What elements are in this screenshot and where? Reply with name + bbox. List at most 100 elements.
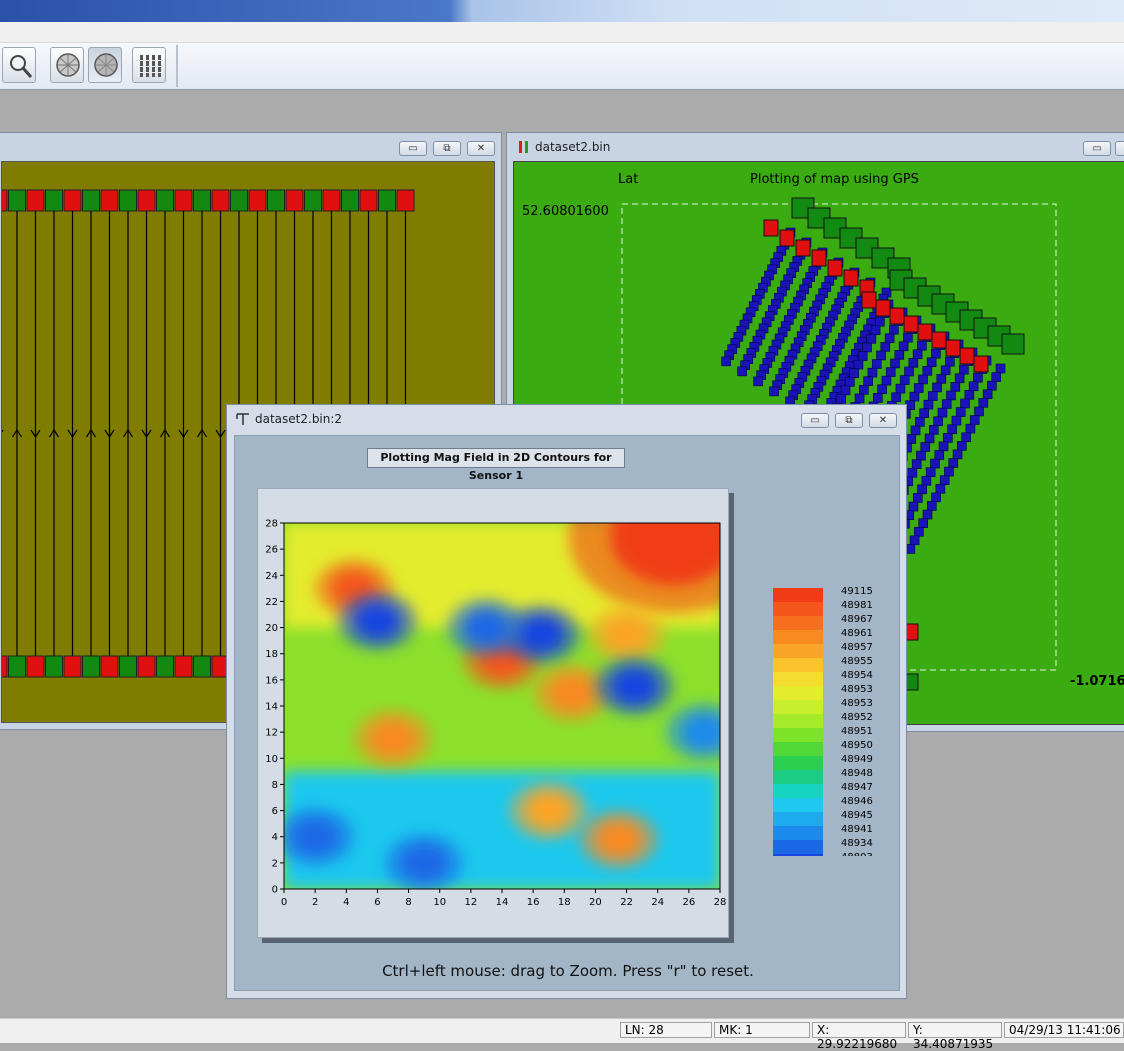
survey-lines-window-titlebar[interactable]: ▭ ⧉ ✕ xyxy=(0,133,501,161)
legend-swatch xyxy=(773,840,823,855)
minimize-button[interactable]: ▭ xyxy=(801,413,829,428)
gps-point xyxy=(871,359,882,369)
gps-point xyxy=(938,441,949,452)
line-start-marker xyxy=(26,189,45,212)
line-start-marker xyxy=(8,189,26,212)
line-start-marker xyxy=(193,189,211,212)
gps-point xyxy=(944,466,954,477)
y-tick-label: 14 xyxy=(265,702,278,713)
line-start-marker xyxy=(396,189,415,212)
minimize-button[interactable]: ▭ xyxy=(399,141,427,156)
gps-point xyxy=(853,359,864,370)
contour-plot-frame[interactable]: 0 2 4 6 8 10 12 14 16 18 20 22 24 26 28 0 2 4 6 8 10 12 14 16 18… xyxy=(257,488,729,938)
gps-turn-marker xyxy=(779,229,795,247)
legend-label: 48946 xyxy=(841,796,873,807)
line-start-marker xyxy=(174,189,193,212)
gps-point xyxy=(919,408,929,419)
legend-swatch xyxy=(773,658,823,673)
minimize-button[interactable]: ▭ xyxy=(1083,141,1111,156)
status-bar: LN: 28 MK: 1 X: 29.92219680 Y: 34.408719… xyxy=(0,1018,1124,1051)
line-start-marker xyxy=(63,189,82,212)
gps-point xyxy=(918,518,928,528)
gps-point xyxy=(922,366,933,376)
legend-swatch xyxy=(773,854,823,856)
line-start-marker xyxy=(137,189,156,212)
gps-point xyxy=(982,389,993,400)
gps-point xyxy=(877,384,887,395)
legend-swatch xyxy=(773,784,823,799)
restore-button[interactable]: ⧉ xyxy=(835,413,863,428)
sphere-fill-tool-button[interactable] xyxy=(88,47,122,83)
legend-swatch xyxy=(773,602,823,617)
x-tick-label: 18 xyxy=(558,897,571,908)
gps-point xyxy=(867,367,878,378)
line-start-marker xyxy=(230,189,248,212)
gps-point xyxy=(903,332,913,343)
gps-turn-marker xyxy=(973,355,989,373)
gps-point xyxy=(870,325,881,336)
sphere-tool-button[interactable] xyxy=(50,47,84,83)
line-start-marker xyxy=(119,189,137,212)
y-tick-label: 28 xyxy=(265,519,278,530)
magnifier-icon xyxy=(10,55,33,78)
line-end-marker xyxy=(8,655,26,678)
gps-point xyxy=(845,377,855,387)
x-tick-label: 14 xyxy=(496,897,509,908)
gps-point xyxy=(932,382,942,393)
plot-app-icon xyxy=(519,141,528,153)
gps-point xyxy=(960,398,970,409)
legend-swatch xyxy=(773,770,823,785)
gps-point xyxy=(912,349,923,360)
status-marker: MK: 1 xyxy=(714,1022,810,1038)
legend-swatch xyxy=(773,644,823,659)
legend-label: 48951 xyxy=(841,726,873,737)
line-start-marker xyxy=(341,189,359,212)
gps-point xyxy=(881,375,892,386)
line-start-marker xyxy=(322,189,341,212)
gps-point xyxy=(876,350,886,361)
contour-window-titlebar[interactable]: dataset2.bin:2 ▭ ⧉ ✕ xyxy=(227,405,906,433)
line-start-marker xyxy=(248,189,267,212)
gps-point xyxy=(909,535,920,546)
y-tick-label: 20 xyxy=(265,623,278,634)
gps-point xyxy=(894,350,905,360)
grid-tool-button[interactable] xyxy=(132,47,166,83)
gps-turn-marker xyxy=(903,315,919,333)
contour-plot-title: Plotting Mag Field in 2D Contours for Se… xyxy=(367,448,625,482)
gps-map-window-titlebar[interactable]: dataset2.bin ▭ ⧉ xyxy=(507,133,1124,161)
gps-point xyxy=(924,433,935,444)
y-tick-label: 18 xyxy=(265,649,278,660)
gps-point xyxy=(909,391,920,402)
legend-swatch xyxy=(773,728,823,743)
gps-turn-marker xyxy=(931,331,947,349)
gps-point xyxy=(905,544,916,554)
line-start-marker xyxy=(267,189,285,212)
gps-point xyxy=(918,374,928,385)
zoom-tool-button[interactable] xyxy=(2,47,36,83)
gps-point xyxy=(961,432,971,443)
sphere-fill-icon xyxy=(94,53,118,77)
gps-point xyxy=(859,385,869,395)
restore-button[interactable]: ⧉ xyxy=(433,141,461,156)
x-tick-label: 20 xyxy=(589,897,602,908)
close-button[interactable]: ✕ xyxy=(467,141,495,156)
contour-hotspot xyxy=(400,844,448,882)
gps-point xyxy=(952,449,963,460)
line-end-marker xyxy=(45,655,63,678)
x-tick-label: 22 xyxy=(620,897,633,908)
line-start-marker xyxy=(378,189,396,212)
legend-label: 48981 xyxy=(841,600,873,611)
restore-button[interactable]: ⧉ xyxy=(1115,141,1124,156)
contour-window[interactable]: dataset2.bin:2 ▭ ⧉ ✕ Plotting Mag Field … xyxy=(226,404,907,999)
gps-point xyxy=(920,442,931,452)
legend-swatch xyxy=(773,700,823,715)
gps-point xyxy=(926,501,937,511)
y-tick-label: 4 xyxy=(272,832,278,843)
gps-point xyxy=(890,358,900,369)
gps-point xyxy=(907,467,918,478)
legend-label: 48953 xyxy=(841,684,873,695)
close-button[interactable]: ✕ xyxy=(869,413,897,428)
legend-label: 48949 xyxy=(841,754,873,765)
status-y-coordinate: Y: 34.40871935 xyxy=(908,1022,1002,1051)
line-end-marker xyxy=(119,655,137,678)
